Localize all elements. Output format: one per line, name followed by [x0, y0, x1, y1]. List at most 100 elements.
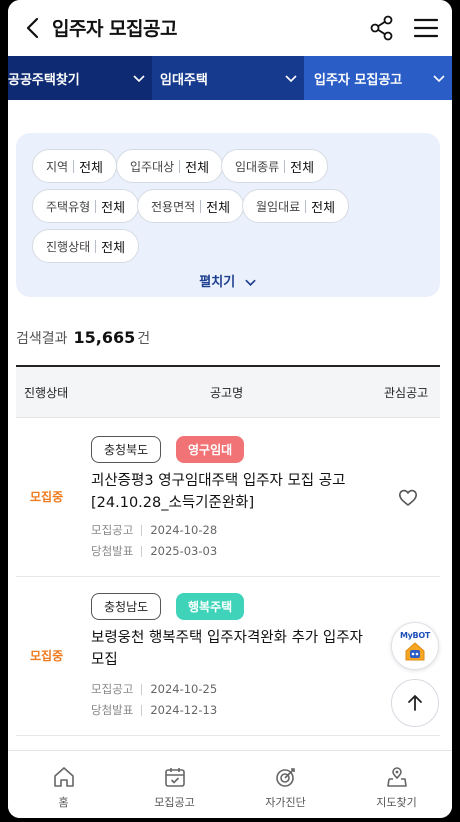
- filter-value: 전체: [101, 200, 126, 216]
- chip-divider: [179, 159, 181, 173]
- chip-divider: [200, 199, 202, 213]
- listing-title[interactable]: 보령웅천 행복주택 입주자격완화 추가 입주자 모집: [91, 627, 371, 671]
- announce-date: 2024-12-13: [150, 703, 218, 717]
- tab-home[interactable]: 홈: [8, 751, 119, 818]
- heart-icon[interactable]: [398, 488, 418, 508]
- chevron-down-icon: [433, 75, 445, 83]
- result-count: 검색결과 15,665 건: [16, 328, 150, 348]
- list-header: 진행상태 공고명 관심공고: [16, 365, 440, 418]
- map-pin-icon: [386, 767, 407, 787]
- filter-value: 전체: [185, 160, 210, 176]
- filter-chip-housing-type[interactable]: 주택유형 전체: [32, 189, 140, 223]
- list-item[interactable]: 모집중 충청남도 행복주택 보령웅천 행복주택 입주자격완화 추가 입주자 모집…: [16, 577, 440, 736]
- chevron-down-icon: [285, 75, 297, 83]
- chip-divider: [305, 199, 307, 213]
- chevron-down-icon: [133, 75, 145, 83]
- filter-chip-region[interactable]: 지역 전체: [32, 149, 118, 183]
- notice-label: 모집공고: [91, 682, 134, 696]
- notice-date: 2024-10-25: [150, 682, 218, 696]
- filter-chip-progress[interactable]: 진행상태 전체: [32, 229, 140, 263]
- notice-date-row: 모집공고 2024-10-28: [91, 522, 217, 538]
- home-icon: [53, 767, 74, 787]
- filter-key: 임대종류: [235, 159, 280, 174]
- breadcrumb-label: 임대주택: [160, 72, 208, 88]
- meta-divider: [141, 524, 143, 536]
- filter-key: 주택유형: [46, 199, 91, 214]
- listing-title[interactable]: 괴산증평3 영구임대주택 입주자 모집 공고[24.10.28_소득기준완화]: [91, 470, 371, 514]
- chevron-left-icon[interactable]: [20, 14, 48, 42]
- house-robot-icon: [405, 641, 425, 660]
- mybot-label: MyBOT: [399, 630, 431, 640]
- filter-key: 진행상태: [46, 239, 91, 254]
- breadcrumb-item-rental-housing[interactable]: 임대주택: [152, 56, 304, 100]
- breadcrumb-label: 입주자 모집공고: [314, 72, 403, 88]
- tab-label: 지도찾기: [376, 796, 417, 809]
- chevron-down-icon: [244, 279, 256, 287]
- meta-divider: [141, 545, 143, 557]
- chip-divider: [284, 159, 286, 173]
- arrow-up-icon: [408, 695, 422, 711]
- tab-self-check[interactable]: 자가진단: [230, 751, 341, 818]
- tab-label: 자가진단: [265, 796, 306, 809]
- housing-type-badge: 영구임대: [176, 436, 245, 463]
- region-tag: 충청북도: [91, 436, 162, 463]
- notice-date: 2024-10-28: [150, 523, 218, 537]
- result-unit: 건: [137, 331, 151, 347]
- tab-label: 모집공고: [154, 796, 195, 809]
- filter-key: 입주대상: [130, 159, 175, 174]
- housing-type-badge: 행복주택: [176, 593, 245, 620]
- announce-label: 당첨발표: [91, 703, 134, 717]
- bottom-tab-bar: 홈 모집공고 자가진단 지도찾기: [8, 750, 452, 818]
- meta-divider: [141, 704, 143, 716]
- expand-label: 펼치기: [199, 275, 236, 290]
- breadcrumb-item-recruitment-notice[interactable]: 입주자 모집공고: [304, 56, 452, 100]
- announce-date-row: 당첨발표 2024-12-13: [91, 702, 217, 718]
- chip-divider: [95, 199, 97, 213]
- column-header-title: 공고명: [210, 386, 244, 400]
- filter-value: 전체: [206, 200, 231, 216]
- announce-date: 2025-03-03: [150, 544, 218, 558]
- mybot-chat-button[interactable]: MyBOT: [391, 622, 439, 670]
- filter-chip-rental-type[interactable]: 임대종류 전체: [221, 149, 329, 183]
- filter-panel: 지역 전체 입주대상 전체 임대종류 전체 주택유형 전체 전용면적 전체 월임대료 전체 …: [16, 133, 440, 297]
- filter-value: 전체: [101, 240, 126, 256]
- column-header-interest: 관심공고: [384, 386, 429, 400]
- result-number: 15,665: [73, 328, 136, 347]
- notice-label: 모집공고: [91, 523, 134, 537]
- notice-date-row: 모집공고 2024-10-25: [91, 681, 217, 697]
- page-title: 입주자 모집공고: [52, 18, 177, 40]
- hamburger-menu-icon[interactable]: [412, 14, 440, 42]
- breadcrumb-item-public-housing[interactable]: 공공주택찾기: [8, 56, 152, 100]
- status-badge: 모집중: [30, 649, 64, 663]
- calendar-check-icon: [164, 768, 185, 787]
- scroll-to-top-button[interactable]: [391, 679, 439, 727]
- meta-divider: [141, 683, 143, 695]
- filter-value: 전체: [79, 160, 104, 176]
- announce-date-row: 당첨발표 2025-03-03: [91, 543, 217, 559]
- filter-value: 전체: [290, 160, 315, 176]
- filter-chip-monthly-rent[interactable]: 월임대료 전체: [242, 189, 350, 223]
- tab-map-search[interactable]: 지도찾기: [341, 751, 452, 818]
- tab-label: 홈: [58, 796, 69, 809]
- list-item[interactable]: 모집중 충청북도 영구임대 괴산증평3 영구임대주택 입주자 모집 공고[24.…: [16, 418, 440, 577]
- status-badge: 모집중: [30, 490, 64, 504]
- filter-value: 전체: [311, 200, 336, 216]
- top-header: 입주자 모집공고: [8, 0, 452, 56]
- column-header-status: 진행상태: [24, 386, 69, 400]
- announce-label: 당첨발표: [91, 544, 134, 558]
- filter-chip-area[interactable]: 전용면적 전체: [137, 189, 245, 223]
- filter-key: 전용면적: [151, 199, 196, 214]
- result-label: 검색결과: [16, 331, 68, 347]
- breadcrumb-label: 공공주택찾기: [8, 72, 80, 88]
- tab-notices[interactable]: 모집공고: [119, 751, 230, 818]
- chip-divider: [73, 159, 75, 173]
- chip-divider: [95, 239, 97, 253]
- filter-key: 지역: [46, 159, 69, 174]
- target-icon: [275, 768, 295, 787]
- app-screen: 입주자 모집공고 공공주택찾기 임대주택 입주자 모집공고 지역 전체 입주대상…: [8, 0, 452, 818]
- expand-filters-button[interactable]: 펼치기: [16, 271, 440, 290]
- region-tag: 충청남도: [91, 593, 162, 620]
- breadcrumb: 공공주택찾기 임대주택 입주자 모집공고: [8, 56, 452, 100]
- share-icon[interactable]: [368, 14, 396, 42]
- filter-chip-target[interactable]: 입주대상 전체: [116, 149, 224, 183]
